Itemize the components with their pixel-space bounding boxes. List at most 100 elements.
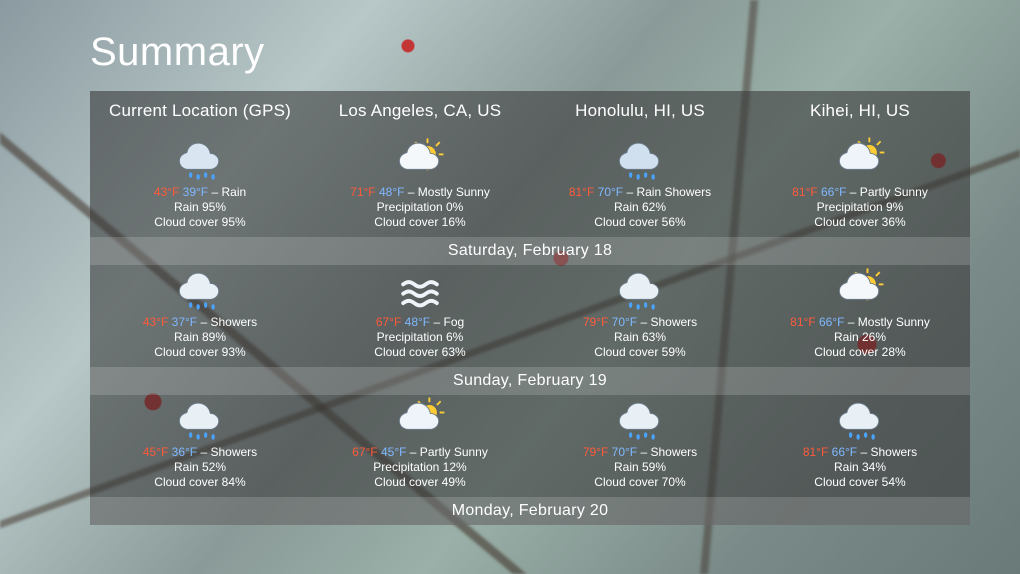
cloud-text: Cloud cover 16%: [310, 215, 530, 229]
temp-line: 71°F 48°F – Mostly Sunny: [310, 185, 530, 199]
condition-text: – Fog: [430, 315, 464, 329]
high-temp: 81°F: [803, 445, 828, 459]
condition-text: – Rain: [208, 185, 246, 199]
mostly-sunny-icon: [750, 267, 970, 313]
high-temp: 45°F: [143, 445, 168, 459]
cloud-text: Cloud cover 95%: [90, 215, 310, 229]
condition-text: – Partly Sunny: [406, 445, 487, 459]
showers-icon: [750, 397, 970, 443]
low-temp: 66°F: [832, 445, 857, 459]
location-headers: Current Location (GPS) Los Angeles, CA, …: [90, 91, 970, 135]
precip-text: Precipitation 0%: [310, 200, 530, 214]
day-label: Saturday, February 18: [90, 237, 970, 265]
cloud-text: Cloud cover 28%: [750, 345, 970, 359]
precip-text: Rain 52%: [90, 460, 310, 474]
low-temp: 39°F: [183, 185, 208, 199]
page-title: Summary: [90, 30, 1020, 75]
low-temp: 66°F: [821, 185, 846, 199]
temp-line: 81°F 66°F – Mostly Sunny: [750, 315, 970, 329]
fog-icon: [310, 267, 530, 313]
cloud-text: Cloud cover 56%: [530, 215, 750, 229]
cloud-text: Cloud cover 93%: [90, 345, 310, 359]
condition-text: – Showers: [857, 445, 917, 459]
precip-text: Rain 95%: [90, 200, 310, 214]
low-temp: 48°F: [405, 315, 430, 329]
precip-text: Rain 59%: [530, 460, 750, 474]
precip-text: Rain 26%: [750, 330, 970, 344]
forecast-cell[interactable]: 79°F 70°F – ShowersRain 59%Cloud cover 7…: [530, 395, 750, 497]
low-temp: 70°F: [612, 315, 637, 329]
forecast-row: 43°F 37°F – ShowersRain 89%Cloud cover 9…: [90, 265, 970, 367]
high-temp: 79°F: [583, 445, 608, 459]
low-temp: 45°F: [381, 445, 406, 459]
condition-text: – Showers: [637, 315, 697, 329]
precip-text: Rain 62%: [530, 200, 750, 214]
precip-text: Precipitation 6%: [310, 330, 530, 344]
forecast-cell[interactable]: 81°F 66°F – Mostly SunnyRain 26%Cloud co…: [750, 265, 970, 367]
cloud-text: Cloud cover 49%: [310, 475, 530, 489]
low-temp: 48°F: [379, 185, 404, 199]
condition-text: – Showers: [637, 445, 697, 459]
cloud-text: Cloud cover 36%: [750, 215, 970, 229]
forecast-row: 43°F 39°F – RainRain 95%Cloud cover 95% …: [90, 135, 970, 237]
location-header[interactable]: Los Angeles, CA, US: [310, 91, 530, 135]
temp-line: 43°F 39°F – Rain: [90, 185, 310, 199]
temp-line: 81°F 66°F – Partly Sunny: [750, 185, 970, 199]
high-temp: 81°F: [569, 185, 594, 199]
temp-line: 45°F 36°F – Showers: [90, 445, 310, 459]
forecast-cell[interactable]: 43°F 37°F – ShowersRain 89%Cloud cover 9…: [90, 265, 310, 367]
rain-icon: [90, 137, 310, 183]
cloud-text: Cloud cover 63%: [310, 345, 530, 359]
temp-line: 81°F 70°F – Rain Showers: [530, 185, 750, 199]
precip-text: Rain 34%: [750, 460, 970, 474]
high-temp: 81°F: [790, 315, 815, 329]
temp-line: 79°F 70°F – Showers: [530, 445, 750, 459]
showers-icon: [90, 267, 310, 313]
forecast-panel: Current Location (GPS) Los Angeles, CA, …: [90, 91, 970, 525]
forecast-cell[interactable]: 67°F 48°F – FogPrecipitation 6%Cloud cov…: [310, 265, 530, 367]
precip-text: Rain 89%: [90, 330, 310, 344]
cloud-text: Cloud cover 54%: [750, 475, 970, 489]
precip-text: Rain 63%: [530, 330, 750, 344]
condition-text: – Partly Sunny: [846, 185, 927, 199]
showers-icon: [530, 267, 750, 313]
location-header[interactable]: Current Location (GPS): [90, 91, 310, 135]
low-temp: 70°F: [598, 185, 623, 199]
showers-icon: [90, 397, 310, 443]
low-temp: 36°F: [172, 445, 197, 459]
temp-line: 67°F 48°F – Fog: [310, 315, 530, 329]
location-header[interactable]: Honolulu, HI, US: [530, 91, 750, 135]
condition-text: – Mostly Sunny: [404, 185, 489, 199]
high-temp: 81°F: [792, 185, 817, 199]
high-temp: 43°F: [143, 315, 168, 329]
precip-text: Precipitation 9%: [750, 200, 970, 214]
day-label: Monday, February 20: [90, 497, 970, 525]
temp-line: 81°F 66°F – Showers: [750, 445, 970, 459]
temp-line: 43°F 37°F – Showers: [90, 315, 310, 329]
mostly-sunny-icon: [310, 137, 530, 183]
low-temp: 37°F: [172, 315, 197, 329]
condition-text: – Rain Showers: [623, 185, 711, 199]
high-temp: 43°F: [154, 185, 179, 199]
precip-text: Precipitation 12%: [310, 460, 530, 474]
day-label: Sunday, February 19: [90, 367, 970, 395]
forecast-cell[interactable]: 45°F 36°F – ShowersRain 52%Cloud cover 8…: [90, 395, 310, 497]
condition-text: – Mostly Sunny: [844, 315, 929, 329]
forecast-cell[interactable]: 81°F 70°F – Rain ShowersRain 62%Cloud co…: [530, 135, 750, 237]
forecast-cell[interactable]: 67°F 45°F – Partly SunnyPrecipitation 12…: [310, 395, 530, 497]
high-temp: 67°F: [376, 315, 401, 329]
forecast-cell[interactable]: 71°F 48°F – Mostly SunnyPrecipitation 0%…: [310, 135, 530, 237]
forecast-cell[interactable]: 79°F 70°F – ShowersRain 63%Cloud cover 5…: [530, 265, 750, 367]
forecast-cell[interactable]: 43°F 39°F – RainRain 95%Cloud cover 95%: [90, 135, 310, 237]
high-temp: 71°F: [350, 185, 375, 199]
condition-text: – Showers: [197, 315, 257, 329]
partly-sunny-icon: [750, 137, 970, 183]
location-header[interactable]: Kihei, HI, US: [750, 91, 970, 135]
cloud-text: Cloud cover 70%: [530, 475, 750, 489]
temp-line: 79°F 70°F – Showers: [530, 315, 750, 329]
high-temp: 79°F: [583, 315, 608, 329]
forecast-cell[interactable]: 81°F 66°F – Partly SunnyPrecipitation 9%…: [750, 135, 970, 237]
high-temp: 67°F: [352, 445, 377, 459]
low-temp: 70°F: [612, 445, 637, 459]
forecast-cell[interactable]: 81°F 66°F – ShowersRain 34%Cloud cover 5…: [750, 395, 970, 497]
